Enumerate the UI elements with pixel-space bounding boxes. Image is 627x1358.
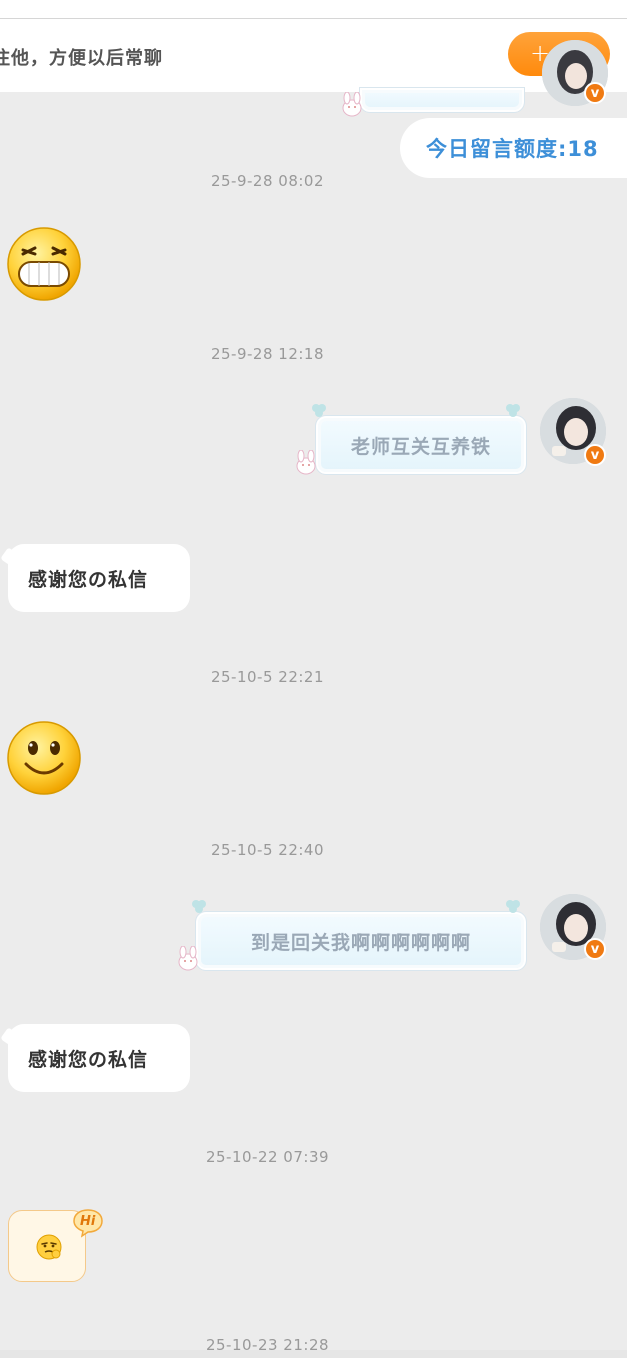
bottom-fade (0, 1350, 627, 1358)
outgoing-message-bubble[interactable]: 到是回关我啊啊啊啊啊啊 (195, 911, 527, 971)
clover-sticker-icon (506, 900, 520, 913)
smiling-emoji-icon[interactable] (6, 720, 82, 796)
status-strip (0, 0, 627, 19)
timestamp: 25-9-28 08:02 (210, 172, 325, 190)
incoming-message-bubble[interactable]: 感谢您の私信 (8, 1024, 190, 1092)
bunny-sticker-icon (342, 92, 362, 117)
incoming-message-bubble[interactable]: 感谢您の私信 (8, 544, 190, 612)
clover-sticker-icon (312, 404, 326, 417)
verified-badge-icon: v (584, 82, 606, 104)
grinning-emoji-icon[interactable] (6, 226, 82, 302)
partial-outgoing-bubble (359, 87, 525, 113)
bunny-sticker-icon (296, 450, 316, 475)
hi-label: Hi (80, 1214, 96, 1229)
bunny-sticker-icon (178, 946, 198, 971)
timestamp: 25-9-28 12:18 (210, 345, 325, 363)
timestamp: 25-10-22 07:39 (205, 1148, 330, 1166)
timestamp: 25-10-5 22:40 (210, 841, 325, 859)
message-quota-pill: 今日留言额度:18 (400, 118, 627, 178)
verified-badge-icon: v (584, 444, 606, 466)
thinking-sticker-icon (36, 1234, 62, 1260)
clover-sticker-icon (506, 404, 520, 417)
clover-sticker-icon (192, 900, 206, 913)
outgoing-message-bubble[interactable]: 老师互关互养铁 (315, 415, 527, 475)
follow-prompt-text: 注他，方便以后常聊 (0, 48, 163, 69)
verified-badge-icon: v (584, 938, 606, 960)
timestamp: 25-10-5 22:21 (210, 668, 325, 686)
